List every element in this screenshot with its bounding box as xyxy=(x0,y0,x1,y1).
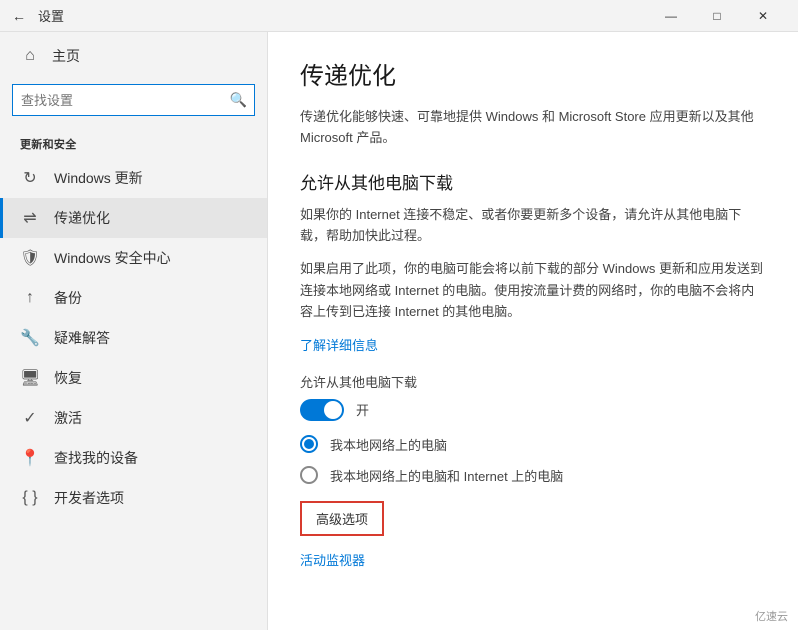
shield-icon: 🛡 xyxy=(20,248,40,268)
update-icon: ↻ xyxy=(20,168,40,188)
find-device-icon: 📍 xyxy=(20,448,40,468)
delivery-icon: ⇌ xyxy=(20,208,40,228)
recovery-icon: 🖥 xyxy=(20,368,40,388)
allow-desc1: 如果你的 Internet 连接不稳定、或者你要更新多个设备，请允许从其他电脑下… xyxy=(300,204,766,247)
maximize-button[interactable]: □ xyxy=(694,0,740,32)
minimize-button[interactable]: — xyxy=(648,0,694,32)
sidebar: ⌂ 主页 🔍 更新和安全 ↻ Windows 更新 ⇌ 传递优化 🛡 Windo… xyxy=(0,32,268,630)
radio-option-local[interactable]: 我本地网络上的电脑 xyxy=(300,435,766,454)
watermark: 亿速云 xyxy=(755,608,788,624)
sidebar-label-delivery-opt: 传递优化 xyxy=(54,208,110,228)
toggle-switch[interactable] xyxy=(300,399,344,421)
radio-internet-circle xyxy=(300,466,318,484)
sidebar-label-backup: 备份 xyxy=(54,288,82,308)
title-bar: ← 设置 — □ ✕ xyxy=(0,0,798,32)
allow-heading: 允许从其他电脑下载 xyxy=(300,169,766,194)
sidebar-item-find-device[interactable]: 📍 查找我的设备 xyxy=(0,438,267,478)
main-container: ⌂ 主页 🔍 更新和安全 ↻ Windows 更新 ⇌ 传递优化 🛡 Windo… xyxy=(0,32,798,630)
toggle-state-label: 开 xyxy=(356,400,369,419)
activation-icon: ✓ xyxy=(20,408,40,428)
advanced-options-button[interactable]: 高级选项 xyxy=(300,501,384,536)
sidebar-home[interactable]: ⌂ 主页 xyxy=(0,32,267,80)
window-controls: — □ ✕ xyxy=(648,0,786,32)
sidebar-label-find-device: 查找我的设备 xyxy=(54,448,138,468)
sidebar-item-recovery[interactable]: 🖥 恢复 xyxy=(0,358,267,398)
radio-option-internet[interactable]: 我本地网络上的电脑和 Internet 上的电脑 xyxy=(300,466,766,485)
search-box: 🔍 xyxy=(12,84,255,116)
window-title: 设置 xyxy=(38,6,64,25)
toggle-section-label: 允许从其他电脑下载 xyxy=(300,372,766,391)
monitor-link[interactable]: 活动监视器 xyxy=(300,553,365,568)
sidebar-label-troubleshoot: 疑难解答 xyxy=(54,328,110,348)
learn-more-link[interactable]: 了解详细信息 xyxy=(300,335,766,354)
backup-icon: ↑ xyxy=(20,289,40,307)
search-input[interactable] xyxy=(12,84,255,116)
sidebar-item-developer[interactable]: { } 开发者选项 xyxy=(0,478,267,518)
home-icon: ⌂ xyxy=(20,47,40,65)
sidebar-item-troubleshoot[interactable]: 🔧 疑难解答 xyxy=(0,318,267,358)
developer-icon: { } xyxy=(20,489,40,507)
sidebar-label-activation: 激活 xyxy=(54,408,82,428)
content-area: 传递优化 传递优化能够快速、可靠地提供 Windows 和 Microsoft … xyxy=(268,32,798,630)
sidebar-label-windows-update: Windows 更新 xyxy=(54,168,143,188)
back-button[interactable]: ← xyxy=(12,8,26,24)
page-title: 传递优化 xyxy=(300,56,766,91)
sidebar-label-developer: 开发者选项 xyxy=(54,488,124,508)
toggle-row: 开 xyxy=(300,399,766,421)
troubleshoot-icon: 🔧 xyxy=(20,328,40,348)
radio-local-label: 我本地网络上的电脑 xyxy=(330,435,447,454)
sidebar-item-activation[interactable]: ✓ 激活 xyxy=(0,398,267,438)
close-button[interactable]: ✕ xyxy=(740,0,786,32)
sidebar-label-windows-security: Windows 安全中心 xyxy=(54,248,171,268)
content-description: 传递优化能够快速、可靠地提供 Windows 和 Microsoft Store… xyxy=(300,107,766,149)
sidebar-label-recovery: 恢复 xyxy=(54,368,82,388)
sidebar-section-title: 更新和安全 xyxy=(0,128,267,158)
search-icon: 🔍 xyxy=(230,92,247,109)
sidebar-item-windows-update[interactable]: ↻ Windows 更新 xyxy=(0,158,267,198)
radio-local-circle xyxy=(300,435,318,453)
sidebar-item-backup[interactable]: ↑ 备份 xyxy=(0,278,267,318)
allow-desc2: 如果启用了此项，你的电脑可能会将以前下载的部分 Windows 更新和应用发送到… xyxy=(300,258,766,322)
toggle-knob xyxy=(324,401,342,419)
sidebar-item-delivery-opt[interactable]: ⇌ 传递优化 xyxy=(0,198,267,238)
home-label: 主页 xyxy=(52,46,80,66)
radio-internet-label: 我本地网络上的电脑和 Internet 上的电脑 xyxy=(330,466,563,485)
sidebar-item-windows-security[interactable]: 🛡 Windows 安全中心 xyxy=(0,238,267,278)
